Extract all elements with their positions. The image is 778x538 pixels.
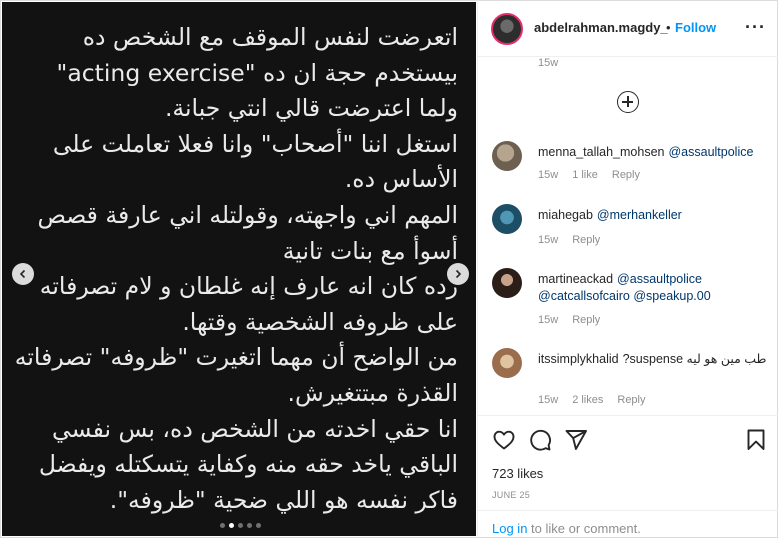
post-text-line: أسوأ مع بنات تانية bbox=[282, 236, 458, 265]
post-author-username[interactable]: abdelrahman.magdy_ bbox=[534, 20, 668, 35]
comment-timestamp: 15w bbox=[538, 169, 559, 181]
reply-button[interactable]: Reply bbox=[572, 234, 600, 246]
carousel-dots bbox=[220, 523, 261, 528]
comment-timestamp: 15w bbox=[538, 57, 559, 69]
reply-button[interactable]: Reply bbox=[617, 394, 645, 406]
carousel-prev-button[interactable] bbox=[12, 263, 34, 285]
post-header: abdelrahman.magdy_ • Follow ··· bbox=[478, 0, 778, 57]
post-text-line: فاكر نفسه هو اللي ضحية "ظروفه". bbox=[109, 485, 458, 514]
comment-text: martineackad @assaultpolice @catcallsofca… bbox=[538, 271, 768, 305]
comment-text: menna_tallah_mohsen @assaultpolice bbox=[538, 144, 768, 161]
post-text-line: استغل اننا "أصحاب" وانا فعلا تعاملت على bbox=[52, 129, 458, 158]
post-date: JUNE 25 bbox=[492, 490, 531, 500]
carousel-dot bbox=[247, 523, 252, 528]
avatar[interactable] bbox=[492, 268, 522, 298]
reply-button[interactable]: Reply bbox=[572, 314, 600, 326]
post-text-line: الباقي ياخد حقه منه وكفاية يتسكتله ويفضل bbox=[38, 450, 458, 479]
post-text-line: بيستخدم حجة ان ده "acting exercise" bbox=[56, 58, 458, 87]
comment-username[interactable]: menna_tallah_mohsen bbox=[538, 145, 664, 159]
more-horizontal-icon[interactable]: ··· bbox=[745, 18, 766, 36]
comment-likes-link[interactable]: 1 like bbox=[572, 169, 598, 181]
login-link[interactable]: Log in bbox=[492, 521, 527, 536]
post-image-text: اتعرضت لنفس الموقف مع الشخص ده بيستخدم ح… bbox=[13, 20, 458, 518]
post-text-line: ولما اعترضت قالي انتي جبانة. bbox=[164, 94, 458, 123]
follow-button[interactable]: Follow bbox=[675, 20, 716, 35]
comment-icon[interactable] bbox=[528, 428, 552, 452]
avatar[interactable] bbox=[491, 13, 523, 45]
heart-icon[interactable] bbox=[492, 428, 516, 452]
post-media: اتعرضت لنفس الموقف مع الشخص ده بيستخدم ح… bbox=[2, 2, 476, 536]
avatar[interactable] bbox=[492, 348, 522, 378]
chevron-left-icon bbox=[19, 269, 26, 279]
comment-mention[interactable]: @merhankeller bbox=[597, 208, 682, 222]
comment-text: miahegab @merhankeller bbox=[538, 207, 768, 224]
post-text-line: الأساس ده. bbox=[344, 165, 458, 194]
comment-meta: 15w 1 like Reply bbox=[538, 169, 640, 181]
carousel-dot bbox=[220, 523, 225, 528]
carousel-dot bbox=[229, 523, 234, 528]
post-text-line: على ظروفه الشخصية وقتها. bbox=[182, 307, 458, 336]
avatar[interactable] bbox=[492, 204, 522, 234]
carousel-dot bbox=[238, 523, 243, 528]
comment-item: menna_tallah_mohsen @assaultpolice 15w 1 … bbox=[492, 141, 772, 185]
comment-meta: 15w 2 likes Reply bbox=[538, 394, 646, 406]
carousel-next-button[interactable] bbox=[447, 263, 469, 285]
comments-list[interactable]: 15w menna_tallah_mohsen @assaultpolice 15… bbox=[478, 57, 778, 415]
post-text-line: انا حقي اخدته من الشخص ده، بس نفسي bbox=[52, 414, 458, 443]
carousel-dot bbox=[256, 523, 261, 528]
likes-count[interactable]: 723 likes bbox=[492, 466, 543, 481]
separator-dot: • bbox=[666, 20, 671, 35]
comment-item: itssimplykhalid طب مين هو ليه suspense? 1… bbox=[492, 348, 772, 412]
share-icon[interactable] bbox=[564, 428, 588, 452]
post-text-line: اتعرضت لنفس الموقف مع الشخص ده bbox=[82, 23, 458, 51]
comment-username[interactable]: miahegab bbox=[538, 208, 593, 222]
comment-timestamp: 15w bbox=[538, 234, 559, 246]
comment-likes-link[interactable]: 2 likes bbox=[572, 394, 603, 406]
comment-username[interactable]: martineackad bbox=[538, 272, 613, 286]
post-sidebar: abdelrahman.magdy_ • Follow ··· 15w menn… bbox=[477, 0, 778, 538]
post-text-line: المهم اني واجهته، وقولتله اني عارفة قصص bbox=[37, 200, 458, 229]
comment-item: miahegab @merhankeller 15w Reply bbox=[492, 204, 772, 248]
chevron-right-icon bbox=[455, 269, 462, 279]
comment-username[interactable]: itssimplykhalid bbox=[538, 352, 619, 366]
avatar[interactable] bbox=[492, 141, 522, 171]
comment-text: itssimplykhalid طب مين هو ليه suspense? bbox=[538, 351, 768, 368]
login-prompt: Log in to like or comment. bbox=[478, 510, 778, 538]
post-text-line: القذرة مبتتغيرش. bbox=[287, 378, 458, 407]
comment-body: طب مين هو ليه suspense? bbox=[622, 352, 767, 366]
bookmark-icon[interactable] bbox=[744, 428, 768, 452]
comment-meta: 15w Reply bbox=[538, 234, 600, 246]
post-actions: 723 likes JUNE 25 bbox=[478, 415, 778, 510]
comment-meta: 15w Reply bbox=[538, 314, 600, 326]
load-more-comments-plus-icon[interactable] bbox=[617, 91, 639, 113]
comment-item: martineackad @assaultpolice @catcallsofca… bbox=[492, 268, 772, 332]
comment-mention[interactable]: @assaultpolice bbox=[668, 145, 753, 159]
login-prompt-text: to like or comment. bbox=[527, 521, 641, 536]
comment-timestamp: 15w bbox=[538, 394, 559, 406]
comment-timestamp: 15w bbox=[538, 314, 559, 326]
post-text-line: رده كان انه عارف إنه غلطان و لام تصرفاته bbox=[39, 272, 458, 301]
post-text-line: من الواضح أن مهما اتغيرت "ظروفه" تصرفاته bbox=[14, 343, 458, 372]
reply-button[interactable]: Reply bbox=[612, 169, 640, 181]
